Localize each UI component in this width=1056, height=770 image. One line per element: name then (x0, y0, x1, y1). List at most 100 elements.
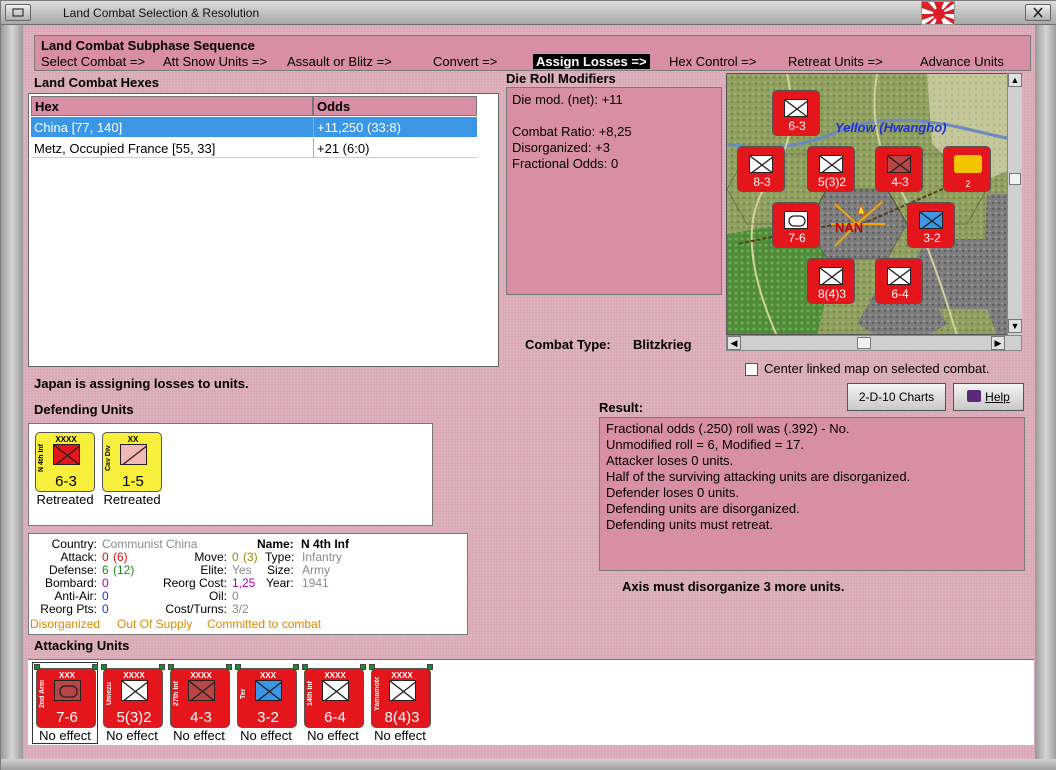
year-label: Year: (266, 576, 294, 590)
type-value: Infantry (302, 550, 343, 564)
attacking-unit[interactable]: XXXX Yamamoto 8(4)3 (371, 668, 431, 728)
result-line: Defending units are disorganized. (606, 501, 800, 516)
elite-value: Yes (232, 563, 252, 577)
map-counter[interactable]: 8-3 (737, 146, 785, 192)
unit-name: Ter (240, 688, 247, 700)
map-counter-strength: 5(3)2 (817, 175, 846, 189)
step-assign-losses[interactable]: Assign Losses => (533, 54, 650, 69)
attack-label: Attack: (60, 550, 97, 564)
column-header-hex[interactable]: Hex (31, 96, 313, 116)
step-assault-or-blitz[interactable]: Assault or Blitz => (287, 54, 392, 69)
bombard-label: Bombard: (44, 576, 97, 590)
infantry-symbol (322, 680, 349, 701)
result-title: Result: (599, 400, 644, 415)
column-header-odds[interactable]: Odds (313, 96, 477, 116)
supply-dot-icon (369, 664, 375, 670)
result-line: Half of the surviving attacking units ar… (606, 469, 911, 484)
map-counter-strength: 4-3 (891, 175, 909, 189)
die-roll-title: Die Roll Modifiers (506, 71, 616, 86)
title-bar: Land Combat Selection & Resolution (1, 1, 1056, 25)
unit-name: Cav Div (105, 445, 112, 471)
attacking-unit[interactable]: XXX 2nd Arm 7-6 (36, 668, 96, 728)
infantry-symbol (887, 155, 911, 173)
result-line: Defending units must retreat. (606, 517, 773, 532)
attacking-unit[interactable]: XXXX 14th Inf 6-4 (304, 668, 364, 728)
supply-dot-icon (159, 664, 165, 670)
defense-value: 6 (102, 563, 109, 577)
attacking-unit[interactable]: XXXX Umezu 5(3)2 (103, 668, 163, 728)
step-advance-units[interactable]: Advance Units (920, 54, 1004, 69)
odds-cell: +11,250 (33:8) (317, 120, 401, 135)
map-counter[interactable]: 7-6 (772, 202, 820, 248)
hex-cell: China [77, 140] (34, 120, 123, 135)
move-label: Move: (194, 550, 227, 564)
unit-strength: 3-2 (257, 709, 279, 726)
unit-name: 27th Inf (173, 681, 180, 707)
linked-map[interactable]: Yellow (Hwangho) NAN 6-3 8-3 5(3)2 4-3 2… (726, 73, 1022, 335)
map-counter-strength: 7-6 (788, 231, 806, 245)
scroll-thumb[interactable] (1009, 173, 1021, 185)
status-committed: Committed to combat (207, 617, 322, 631)
map-horizontal-scrollbar[interactable]: ◀ ▶ (726, 335, 1022, 351)
status-disorganized: Disorganized (30, 617, 101, 631)
infantry-symbol (389, 680, 416, 701)
unit-status: Retreated (103, 492, 161, 507)
charts-button[interactable]: 2-D-10 Charts (847, 383, 946, 411)
scroll-right-icon[interactable]: ▶ (991, 336, 1005, 350)
attacking-title: Attacking Units (34, 638, 130, 653)
cavalry-symbol (120, 444, 147, 465)
scroll-left-icon[interactable]: ◀ (727, 336, 741, 350)
step-hex-control[interactable]: Hex Control => (669, 54, 756, 69)
result-panel: Fractional odds (.250) roll was (.392) -… (599, 417, 1025, 571)
step-select-combat[interactable]: Select Combat => (41, 54, 145, 69)
infantry-symbol (819, 155, 843, 173)
step-retreat-units[interactable]: Retreat Units => (788, 54, 883, 69)
column-divider (313, 138, 314, 158)
cost-turns-label: Cost/Turns: (165, 602, 227, 616)
scroll-thumb[interactable] (857, 337, 871, 349)
infantry-symbol (188, 680, 215, 701)
size-label: Size: (267, 563, 294, 577)
armor-symbol (784, 211, 808, 229)
map-counter[interactable]: 6-3 (772, 90, 820, 136)
map-counter[interactable]: 8(4)3 (807, 258, 855, 304)
help-label: Help (985, 390, 1010, 404)
year-value: 1941 (302, 576, 329, 590)
window-title: Land Combat Selection & Resolution (63, 6, 260, 20)
table-row[interactable]: China [77, 140] +11,250 (33:8) (31, 117, 477, 137)
infantry-symbol (819, 267, 843, 285)
defending-unit[interactable]: XXXX N 4th Inf 6-3 (35, 432, 95, 492)
japan-flag-icon (921, 1, 955, 25)
combat-type-label: Combat Type: (525, 337, 611, 352)
status-message: Japan is assigning losses to units. (34, 376, 249, 391)
table-row[interactable]: Metz, Occupied France [55, 33] +21 (6:0) (31, 138, 477, 158)
map-counter[interactable]: 4-3 (875, 146, 923, 192)
hexes-title: Land Combat Hexes (34, 75, 159, 90)
restore-icon[interactable] (5, 4, 31, 21)
oil-value: 0 (232, 589, 239, 603)
map-counter[interactable]: 5(3)2 (807, 146, 855, 192)
attacking-unit[interactable]: XXXX 27th Inf 4-3 (170, 668, 230, 728)
subphase-sequence: Land Combat Subphase Sequence Select Com… (34, 35, 1031, 71)
close-icon[interactable] (1025, 4, 1051, 21)
die-mod-net: Die mod. (net): +11 (512, 92, 623, 107)
help-button[interactable]: Help (953, 383, 1024, 411)
result-line: Fractional odds (.250) roll was (.392) -… (606, 421, 850, 436)
map-counter[interactable]: 3-2 (907, 202, 955, 248)
map-counter[interactable]: 2 (943, 146, 991, 192)
left-frame (1, 25, 23, 759)
checkbox-icon[interactable] (745, 363, 758, 376)
supply-dot-icon (168, 664, 174, 670)
step-convert[interactable]: Convert => (433, 54, 497, 69)
scroll-up-icon[interactable]: ▲ (1008, 73, 1022, 87)
step-att-snow-units[interactable]: Att Snow Units => (163, 54, 267, 69)
type-label: Type: (265, 550, 295, 564)
map-counter[interactable]: 6-4 (875, 258, 923, 304)
supply-dot-icon (101, 664, 107, 670)
scroll-down-icon[interactable]: ▼ (1008, 319, 1022, 333)
attacking-unit[interactable]: XXX Ter 3-2 (237, 668, 297, 728)
map-counter-strength: 8-3 (753, 175, 771, 189)
defending-unit[interactable]: XX Cav Div 1-5 (102, 432, 162, 492)
map-vertical-scrollbar[interactable]: ▲ ▼ (1007, 73, 1022, 335)
supply-dot-icon (235, 664, 241, 670)
